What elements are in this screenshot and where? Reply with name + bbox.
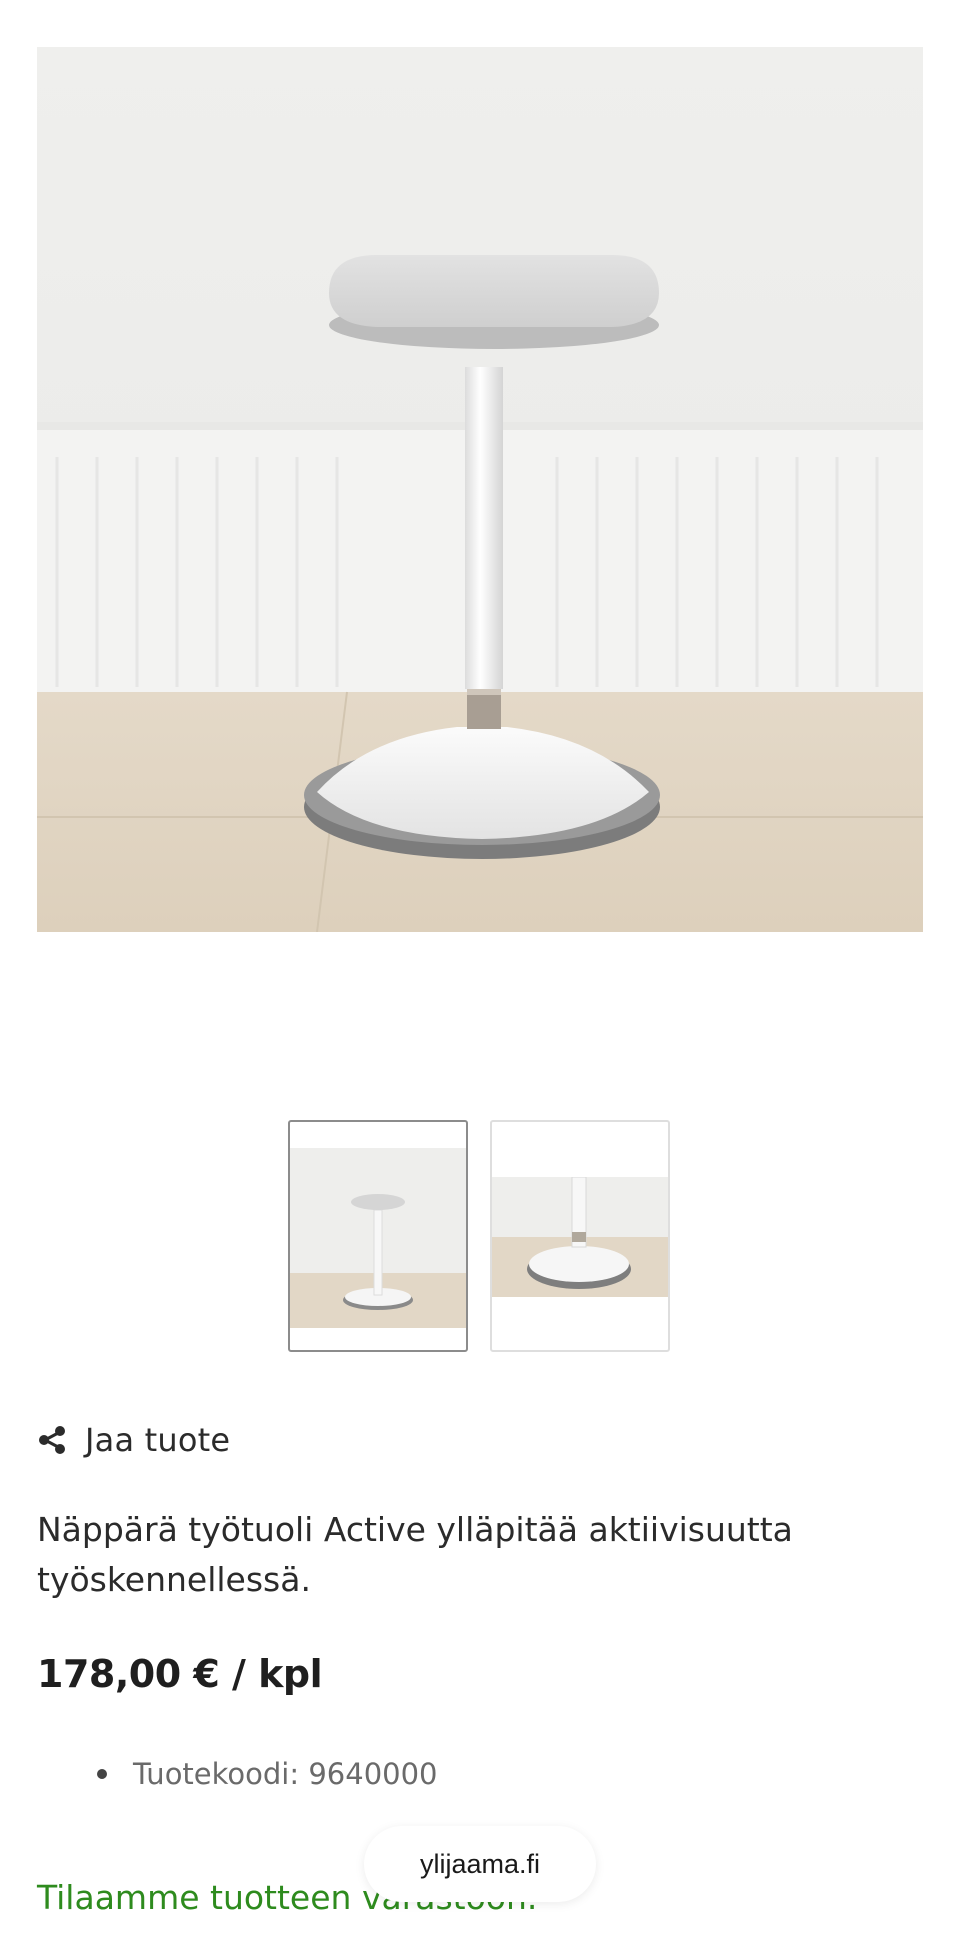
thumbnail-1[interactable] xyxy=(288,1120,468,1352)
share-icon xyxy=(37,1425,67,1455)
list-bullet xyxy=(97,1769,107,1779)
product-price: 178,00 € / kpl xyxy=(37,1652,323,1696)
image-gallery-thumbnails xyxy=(288,1120,673,1356)
share-label: Jaa tuote xyxy=(85,1421,231,1459)
product-description: Näppärä työtuoli Active ylläpitää aktiiv… xyxy=(37,1510,793,1599)
product-code: Tuotekoodi: 9640000 xyxy=(133,1757,438,1791)
thumbnail-2[interactable] xyxy=(490,1120,670,1352)
product-attributes-list: Tuotekoodi: 9640000 xyxy=(97,1757,438,1791)
main-product-image[interactable] xyxy=(37,47,923,932)
share-product-button[interactable]: Jaa tuote xyxy=(37,1418,230,1462)
site-domain-pill[interactable]: ylijaama.fi xyxy=(364,1826,596,1902)
